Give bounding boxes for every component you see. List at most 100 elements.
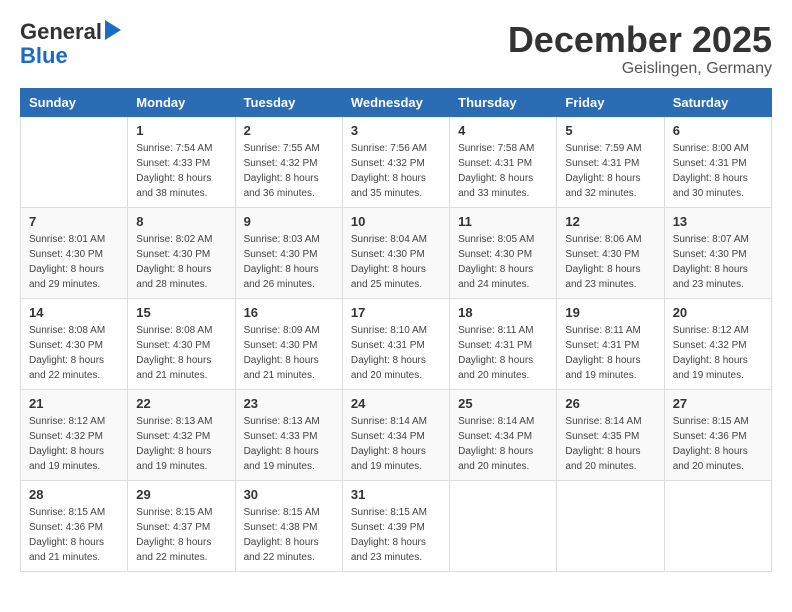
calendar-cell: 8Sunrise: 8:02 AM Sunset: 4:30 PM Daylig… [128,207,235,298]
calendar-cell: 24Sunrise: 8:14 AM Sunset: 4:34 PM Dayli… [342,389,449,480]
day-info: Sunrise: 7:58 AM Sunset: 4:31 PM Dayligh… [458,141,548,201]
day-info: Sunrise: 8:14 AM Sunset: 4:34 PM Dayligh… [351,414,441,474]
calendar-cell: 28 Sunrise: 8:15 AM Sunset: 4:36 PM Dayli… [21,480,128,571]
calendar-week-row: 1 Sunrise: 7:54 AM Sunset: 4:33 PM Daylig… [21,116,772,207]
day-info: Sunrise: 8:15 AM Sunset: 4:36 PM Dayligh… [29,505,119,565]
month-title: December 2025 [508,20,772,60]
day-info: Sunrise: 8:06 AM Sunset: 4:30 PM Dayligh… [565,232,655,292]
day-number: 23 [244,396,334,411]
day-info: Sunrise: 8:09 AM Sunset: 4:30 PM Dayligh… [244,323,334,383]
calendar-cell [21,116,128,207]
day-number: 6 [673,123,763,138]
day-header-sunday: Sunday [21,88,128,116]
day-header-thursday: Thursday [450,88,557,116]
day-header-wednesday: Wednesday [342,88,449,116]
logo: General Blue [20,20,121,68]
day-number: 5 [565,123,655,138]
day-header-saturday: Saturday [664,88,771,116]
calendar-week-row: 7Sunrise: 8:01 AM Sunset: 4:30 PM Daylig… [21,207,772,298]
day-info: Sunrise: 8:00 AM Sunset: 4:31 PM Dayligh… [673,141,763,201]
calendar-cell: 7Sunrise: 8:01 AM Sunset: 4:30 PM Daylig… [21,207,128,298]
day-info: Sunrise: 7:54 AM Sunset: 4:33 PM Dayligh… [136,141,226,201]
day-number: 11 [458,214,548,229]
calendar-table: SundayMondayTuesdayWednesdayThursdayFrid… [20,88,772,572]
calendar-cell: 1 Sunrise: 7:54 AM Sunset: 4:33 PM Daylig… [128,116,235,207]
day-number: 2 [244,123,334,138]
calendar-cell: 6 Sunrise: 8:00 AM Sunset: 4:31 PM Daylig… [664,116,771,207]
page-header: General Blue December 2025 Geislingen, G… [20,20,772,78]
calendar-cell: 20 Sunrise: 8:12 AM Sunset: 4:32 PM Dayli… [664,298,771,389]
day-info: Sunrise: 8:05 AM Sunset: 4:30 PM Dayligh… [458,232,548,292]
day-info: Sunrise: 8:15 AM Sunset: 4:37 PM Dayligh… [136,505,226,565]
day-number: 20 [673,305,763,320]
calendar-cell: 3 Sunrise: 7:56 AM Sunset: 4:32 PM Daylig… [342,116,449,207]
day-number: 4 [458,123,548,138]
day-number: 9 [244,214,334,229]
day-info: Sunrise: 8:11 AM Sunset: 4:31 PM Dayligh… [458,323,548,383]
day-info: Sunrise: 8:11 AM Sunset: 4:31 PM Dayligh… [565,323,655,383]
day-number: 8 [136,214,226,229]
calendar-cell: 11 Sunrise: 8:05 AM Sunset: 4:30 PM Dayli… [450,207,557,298]
calendar-week-row: 28 Sunrise: 8:15 AM Sunset: 4:36 PM Dayli… [21,480,772,571]
calendar-cell: 30Sunrise: 8:15 AM Sunset: 4:38 PM Dayli… [235,480,342,571]
day-header-tuesday: Tuesday [235,88,342,116]
day-info: Sunrise: 8:08 AM Sunset: 4:30 PM Dayligh… [136,323,226,383]
calendar-cell: 17Sunrise: 8:10 AM Sunset: 4:31 PM Dayli… [342,298,449,389]
day-number: 30 [244,487,334,502]
calendar-cell: 27 Sunrise: 8:15 AM Sunset: 4:36 PM Dayli… [664,389,771,480]
day-number: 31 [351,487,441,502]
calendar-cell [664,480,771,571]
calendar-cell [450,480,557,571]
calendar-cell: 16 Sunrise: 8:09 AM Sunset: 4:30 PM Dayli… [235,298,342,389]
calendar-cell: 25Sunrise: 8:14 AM Sunset: 4:34 PM Dayli… [450,389,557,480]
day-info: Sunrise: 8:01 AM Sunset: 4:30 PM Dayligh… [29,232,119,292]
calendar-cell: 12Sunrise: 8:06 AM Sunset: 4:30 PM Dayli… [557,207,664,298]
day-number: 29 [136,487,226,502]
calendar-cell: 19 Sunrise: 8:11 AM Sunset: 4:31 PM Dayli… [557,298,664,389]
logo-arrow-icon [105,20,121,40]
day-number: 13 [673,214,763,229]
logo-blue-text: Blue [20,44,68,68]
day-header-monday: Monday [128,88,235,116]
day-number: 22 [136,396,226,411]
title-section: December 2025 Geislingen, Germany [508,20,772,78]
day-info: Sunrise: 8:12 AM Sunset: 4:32 PM Dayligh… [29,414,119,474]
day-number: 27 [673,396,763,411]
calendar-cell [557,480,664,571]
day-number: 19 [565,305,655,320]
calendar-cell: 2 Sunrise: 7:55 AM Sunset: 4:32 PM Daylig… [235,116,342,207]
calendar-cell: 5 Sunrise: 7:59 AM Sunset: 4:31 PM Daylig… [557,116,664,207]
calendar-week-row: 14 Sunrise: 8:08 AM Sunset: 4:30 PM Dayli… [21,298,772,389]
day-number: 14 [29,305,119,320]
location-title: Geislingen, Germany [508,60,772,78]
day-number: 18 [458,305,548,320]
day-info: Sunrise: 8:12 AM Sunset: 4:32 PM Dayligh… [673,323,763,383]
calendar-cell: 26 Sunrise: 8:14 AM Sunset: 4:35 PM Dayli… [557,389,664,480]
day-info: Sunrise: 8:10 AM Sunset: 4:31 PM Dayligh… [351,323,441,383]
calendar-cell: 10Sunrise: 8:04 AM Sunset: 4:30 PM Dayli… [342,207,449,298]
day-info: Sunrise: 7:55 AM Sunset: 4:32 PM Dayligh… [244,141,334,201]
day-info: Sunrise: 8:08 AM Sunset: 4:30 PM Dayligh… [29,323,119,383]
calendar-cell: 29 Sunrise: 8:15 AM Sunset: 4:37 PM Dayli… [128,480,235,571]
calendar-cell: 4 Sunrise: 7:58 AM Sunset: 4:31 PM Daylig… [450,116,557,207]
day-info: Sunrise: 8:14 AM Sunset: 4:35 PM Dayligh… [565,414,655,474]
day-number: 10 [351,214,441,229]
day-number: 15 [136,305,226,320]
day-number: 16 [244,305,334,320]
calendar-header-row: SundayMondayTuesdayWednesdayThursdayFrid… [21,88,772,116]
day-number: 21 [29,396,119,411]
day-number: 3 [351,123,441,138]
day-number: 1 [136,123,226,138]
day-number: 26 [565,396,655,411]
day-info: Sunrise: 8:13 AM Sunset: 4:33 PM Dayligh… [244,414,334,474]
day-number: 28 [29,487,119,502]
day-info: Sunrise: 8:07 AM Sunset: 4:30 PM Dayligh… [673,232,763,292]
logo-general-text: General [20,20,102,44]
day-info: Sunrise: 8:14 AM Sunset: 4:34 PM Dayligh… [458,414,548,474]
calendar-cell: 14 Sunrise: 8:08 AM Sunset: 4:30 PM Dayli… [21,298,128,389]
day-info: Sunrise: 7:59 AM Sunset: 4:31 PM Dayligh… [565,141,655,201]
day-info: Sunrise: 7:56 AM Sunset: 4:32 PM Dayligh… [351,141,441,201]
calendar-cell: 21 Sunrise: 8:12 AM Sunset: 4:32 PM Dayli… [21,389,128,480]
day-info: Sunrise: 8:15 AM Sunset: 4:36 PM Dayligh… [673,414,763,474]
calendar-cell: 15 Sunrise: 8:08 AM Sunset: 4:30 PM Dayli… [128,298,235,389]
